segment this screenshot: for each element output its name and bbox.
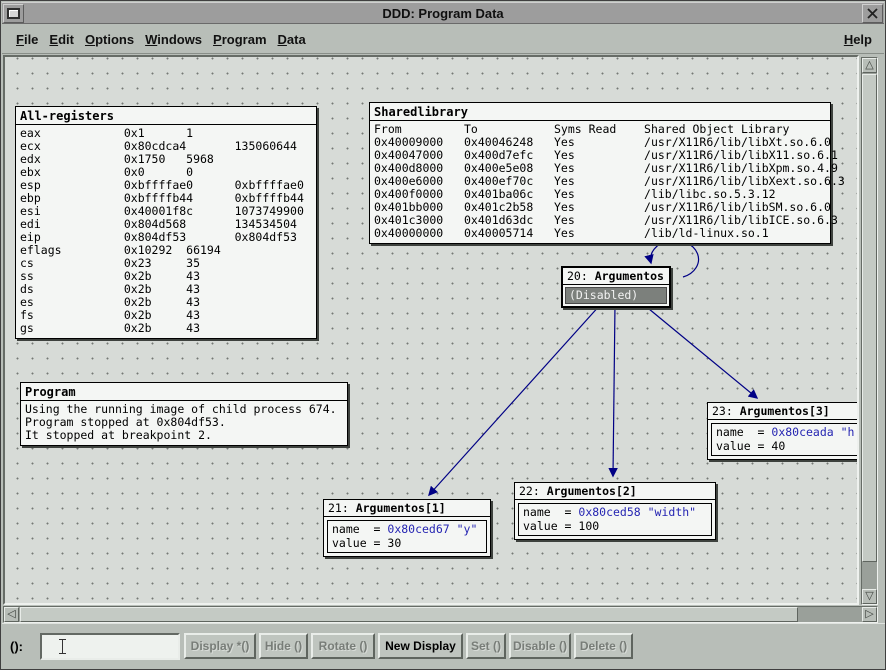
display-node-21[interactable]: 21: Argumentos[1] name = 0x80ced67 "y" v…	[323, 499, 491, 557]
scroll-down-button[interactable]: ▽	[862, 589, 877, 604]
text-cursor	[59, 639, 66, 654]
edge-20-22	[613, 304, 615, 476]
menu-windows[interactable]: Windows	[145, 32, 202, 47]
sharedlibrary-title: Sharedlibrary	[370, 103, 830, 121]
menubar: File Edit Options Windows Program Data H…	[2, 25, 884, 54]
member-value: 30	[387, 536, 401, 550]
node-21-number: 21:	[328, 501, 356, 515]
member-label: name =	[332, 522, 387, 536]
vertical-scrollbar[interactable]: △ ▽	[861, 57, 878, 605]
member-row[interactable]: value = 30	[332, 536, 482, 550]
window-close-button[interactable]	[862, 4, 883, 23]
menu-help[interactable]: Help	[844, 32, 872, 47]
all-registers-title: All-registers	[16, 107, 316, 125]
member-row[interactable]: name = 0x80ceada "h	[716, 425, 857, 439]
node-21-title: 21: Argumentos[1]	[324, 500, 490, 517]
display-button[interactable]: Display *()	[184, 633, 256, 659]
menu-options[interactable]: Options	[85, 32, 134, 47]
scroll-right-button[interactable]: ▷	[862, 607, 877, 622]
node-21-name: Argumentos[1]	[356, 501, 446, 515]
member-label: value =	[523, 519, 578, 533]
node-22-name: Argumentos[2]	[547, 484, 637, 498]
argument-field-frame	[40, 633, 180, 660]
canvas-frame: All-registers eax 0x1 1 ecx 0x80cdca4 13…	[3, 55, 859, 605]
node-22-members: name = 0x80ced58 "width" value = 100	[518, 503, 712, 536]
menu-data[interactable]: Data	[278, 32, 306, 47]
display-node-23[interactable]: 23: Argumentos[3] name = 0x80ceada "h va…	[707, 402, 857, 460]
window-title: DDD: Program Data	[2, 6, 884, 21]
node-23-title: 23: Argumentos[3]	[708, 403, 857, 420]
program-display[interactable]: Program Using the running image of child…	[20, 382, 348, 446]
edge-20-21	[429, 304, 601, 495]
program-title: Program	[21, 383, 347, 401]
member-row[interactable]: value = 100	[523, 519, 707, 533]
node-21-members: name = 0x80ced67 "y" value = 30	[327, 520, 487, 553]
node-23-number: 23:	[712, 404, 740, 418]
member-row[interactable]: name = 0x80ced58 "width"	[523, 505, 707, 519]
close-icon	[866, 7, 879, 20]
node-22-title: 22: Argumentos[2]	[515, 483, 715, 500]
argument-label: ():	[10, 639, 23, 654]
edge-20-23	[643, 304, 757, 398]
scroll-up-button[interactable]: △	[862, 58, 877, 73]
member-row[interactable]: value = 40	[716, 439, 857, 453]
member-label: name =	[523, 505, 578, 519]
member-label: name =	[716, 425, 771, 439]
member-value: 0x80ceada "h	[771, 425, 854, 439]
sharedlibrary-row: 0x40000000 0x40005714 Yes /lib/ld-linux.…	[374, 227, 826, 240]
member-label: value =	[332, 536, 387, 550]
all-registers-display[interactable]: All-registers eax 0x1 1 ecx 0x80cdca4 13…	[15, 106, 317, 339]
program-body: Using the running image of child process…	[21, 401, 347, 445]
ddd-window: DDD: Program Data File Edit Options Wind…	[0, 0, 886, 670]
menu-file[interactable]: File	[16, 32, 38, 47]
member-label: value =	[716, 439, 771, 453]
menu-edit[interactable]: Edit	[49, 32, 74, 47]
member-value: 100	[578, 519, 599, 533]
node-23-name: Argumentos[3]	[740, 404, 830, 418]
member-value: 40	[771, 439, 785, 453]
titlebar[interactable]: DDD: Program Data	[2, 2, 884, 24]
scroll-left-button[interactable]: ◁	[4, 607, 19, 622]
node-20-status[interactable]: (Disabled)	[565, 287, 667, 304]
node-20-number: 20:	[567, 269, 595, 283]
vertical-scrollbar-thumb[interactable]	[862, 74, 877, 562]
all-registers-body: eax 0x1 1 ecx 0x80cdca4 135060644 edx 0x…	[16, 125, 316, 338]
hide-button[interactable]: Hide ()	[259, 633, 308, 659]
program-line: It stopped at breakpoint 2.	[25, 429, 343, 442]
display-node-22[interactable]: 22: Argumentos[2] name = 0x80ced58 "widt…	[514, 482, 716, 540]
sharedlibrary-body: From To Syms Read Shared Object Library …	[370, 121, 830, 243]
display-node-20[interactable]: 20: Argumentos (Disabled)	[561, 266, 671, 308]
node-22-number: 22:	[519, 484, 547, 498]
member-value: 0x80ced58 "width"	[578, 505, 696, 519]
register-row: gs 0x2b 43	[20, 322, 312, 335]
disable-button[interactable]: Disable ()	[509, 633, 571, 659]
member-value: 0x80ced67 "y"	[387, 522, 477, 536]
new-display-button[interactable]: New Display	[378, 633, 463, 659]
horizontal-scrollbar[interactable]: ◁ ▷	[3, 606, 878, 623]
node-23-members: name = 0x80ceada "h value = 40	[711, 423, 857, 456]
delete-button[interactable]: Delete ()	[574, 633, 633, 659]
sharedlibrary-display[interactable]: Sharedlibrary From To Syms Read Shared O…	[369, 102, 831, 244]
node-20-title: 20: Argumentos	[563, 268, 669, 285]
menu-program[interactable]: Program	[213, 32, 266, 47]
argument-toolbar: (): Display *() Hide () Rotate () New Di…	[2, 623, 886, 670]
member-row[interactable]: name = 0x80ced67 "y"	[332, 522, 482, 536]
set-button[interactable]: Set ()	[466, 633, 506, 659]
rotate-button[interactable]: Rotate ()	[311, 633, 375, 659]
data-display-canvas[interactable]: All-registers eax 0x1 1 ecx 0x80cdca4 13…	[5, 57, 857, 603]
horizontal-scrollbar-thumb[interactable]	[20, 607, 798, 622]
node-20-name: Argumentos	[595, 269, 664, 283]
